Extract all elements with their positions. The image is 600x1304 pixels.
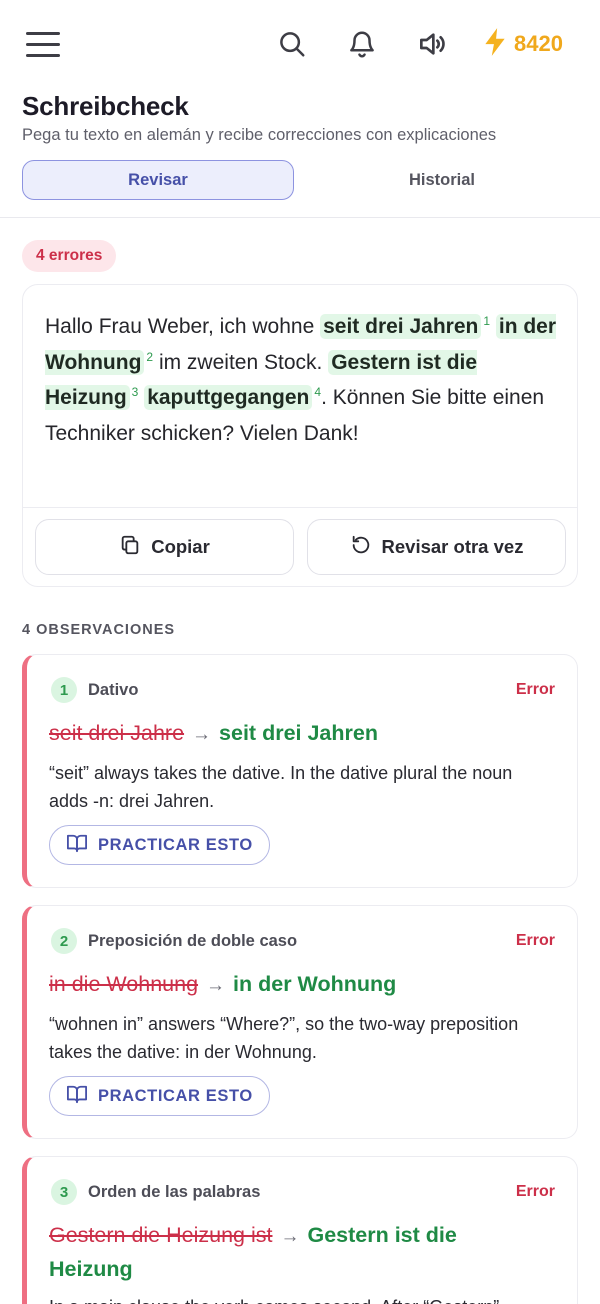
arrow-right-icon: → <box>206 975 226 996</box>
lightning-bolt-icon <box>482 27 508 62</box>
hamburger-menu-icon[interactable] <box>26 29 62 59</box>
copy-icon <box>119 534 141 561</box>
rotate-ccw-icon <box>350 534 372 561</box>
observation-category: Preposición de doble caso <box>88 932 298 950</box>
copy-label: Copiar <box>151 536 210 557</box>
text-segment: im zweiten Stock. <box>153 350 323 374</box>
top-bar: 8420 <box>0 0 600 88</box>
book-open-icon <box>66 1084 88 1109</box>
page-subtitle: Pega tu texto en alemán y recibe correcc… <box>22 126 497 144</box>
copy-button[interactable]: Copiar <box>35 519 294 575</box>
correction-marker-3: 3 <box>131 385 139 399</box>
observation-explanation: “seit” always takes the dative. In the d… <box>49 763 513 811</box>
observation-card-1: 1 Dativo Error seit drei Jahre → seit drei… <box>22 654 578 888</box>
original-text: in die Wohnung <box>49 972 199 996</box>
recheck-button[interactable]: Revisar otra vez <box>307 519 566 575</box>
tab-historial[interactable]: Historial <box>306 160 578 200</box>
practice-button[interactable]: PRACTICAR ESTO <box>49 825 270 865</box>
correction-marker-1: 1 <box>483 314 491 328</box>
xp-value: 8420 <box>514 31 563 56</box>
observation-correction: in die Wohnung → in der Wohnung <box>49 968 549 1002</box>
text-segment: Hallo Frau Weber, ich wohne <box>45 315 321 338</box>
observation-number: 1 <box>51 677 77 703</box>
corrected-text-card: Hallo Frau Weber, ich wohne seit drei Ja… <box>22 284 578 587</box>
observation-category: Orden de las palabras <box>88 1183 261 1201</box>
observation-explanation: In a main clause the verb comes second. … <box>49 1293 549 1304</box>
observation-type: Error <box>515 932 555 949</box>
observation-type: Error <box>515 1183 555 1200</box>
corrected-text: in der Wohnung <box>233 972 397 996</box>
card-divider <box>23 507 577 508</box>
observation-card-2: 2 Preposición de doble caso Error in die… <box>22 905 578 1139</box>
bell-icon[interactable] <box>342 24 382 64</box>
book-open-icon <box>66 833 88 858</box>
corrected-text: Hallo Frau Weber, ich wohne seit drei Ja… <box>45 309 565 451</box>
speaker-icon[interactable] <box>412 24 452 64</box>
practice-label: PRACTICAR ESTO <box>98 835 253 854</box>
header-divider <box>0 217 600 218</box>
correction-highlight-4[interactable]: kaputtgegangen <box>144 385 313 410</box>
observation-correction: seit drei Jahre → seit drei Jahren <box>49 717 549 751</box>
arrow-right-icon: → <box>280 1226 300 1247</box>
observation-card-3: 3 Orden de las palabras Error Gestern di… <box>22 1156 578 1304</box>
arrow-right-icon: → <box>192 724 212 745</box>
original-text: seit drei Jahre <box>49 721 185 745</box>
search-icon[interactable] <box>272 24 312 64</box>
observations-heading: 4 OBSERVACIONES <box>22 622 176 638</box>
tab-revisar[interactable]: Revisar <box>22 160 294 200</box>
observation-category: Dativo <box>88 681 139 699</box>
observation-number: 2 <box>51 928 77 954</box>
corrected-text: seit drei Jahren <box>219 721 378 745</box>
page-title: Schreibcheck <box>22 91 189 121</box>
practice-label: PRACTICAR ESTO <box>98 1086 253 1105</box>
observation-explanation: “wohnen in” answers “Where?”, so the two… <box>49 1014 519 1062</box>
observation-type: Error <box>515 681 555 698</box>
error-count-badge: 4 errores <box>22 240 117 272</box>
xp-counter[interactable]: 8420 <box>482 24 563 64</box>
observation-correction: Gestern die Heizung ist → Gestern ist die … <box>49 1219 509 1286</box>
original-text: Gestern die Heizung ist <box>49 1223 273 1247</box>
correction-highlight-1[interactable]: seit drei Jahren <box>320 314 482 339</box>
observation-number: 3 <box>51 1179 77 1205</box>
practice-button[interactable]: PRACTICAR ESTO <box>49 1076 270 1116</box>
recheck-label: Revisar otra vez <box>381 536 524 557</box>
